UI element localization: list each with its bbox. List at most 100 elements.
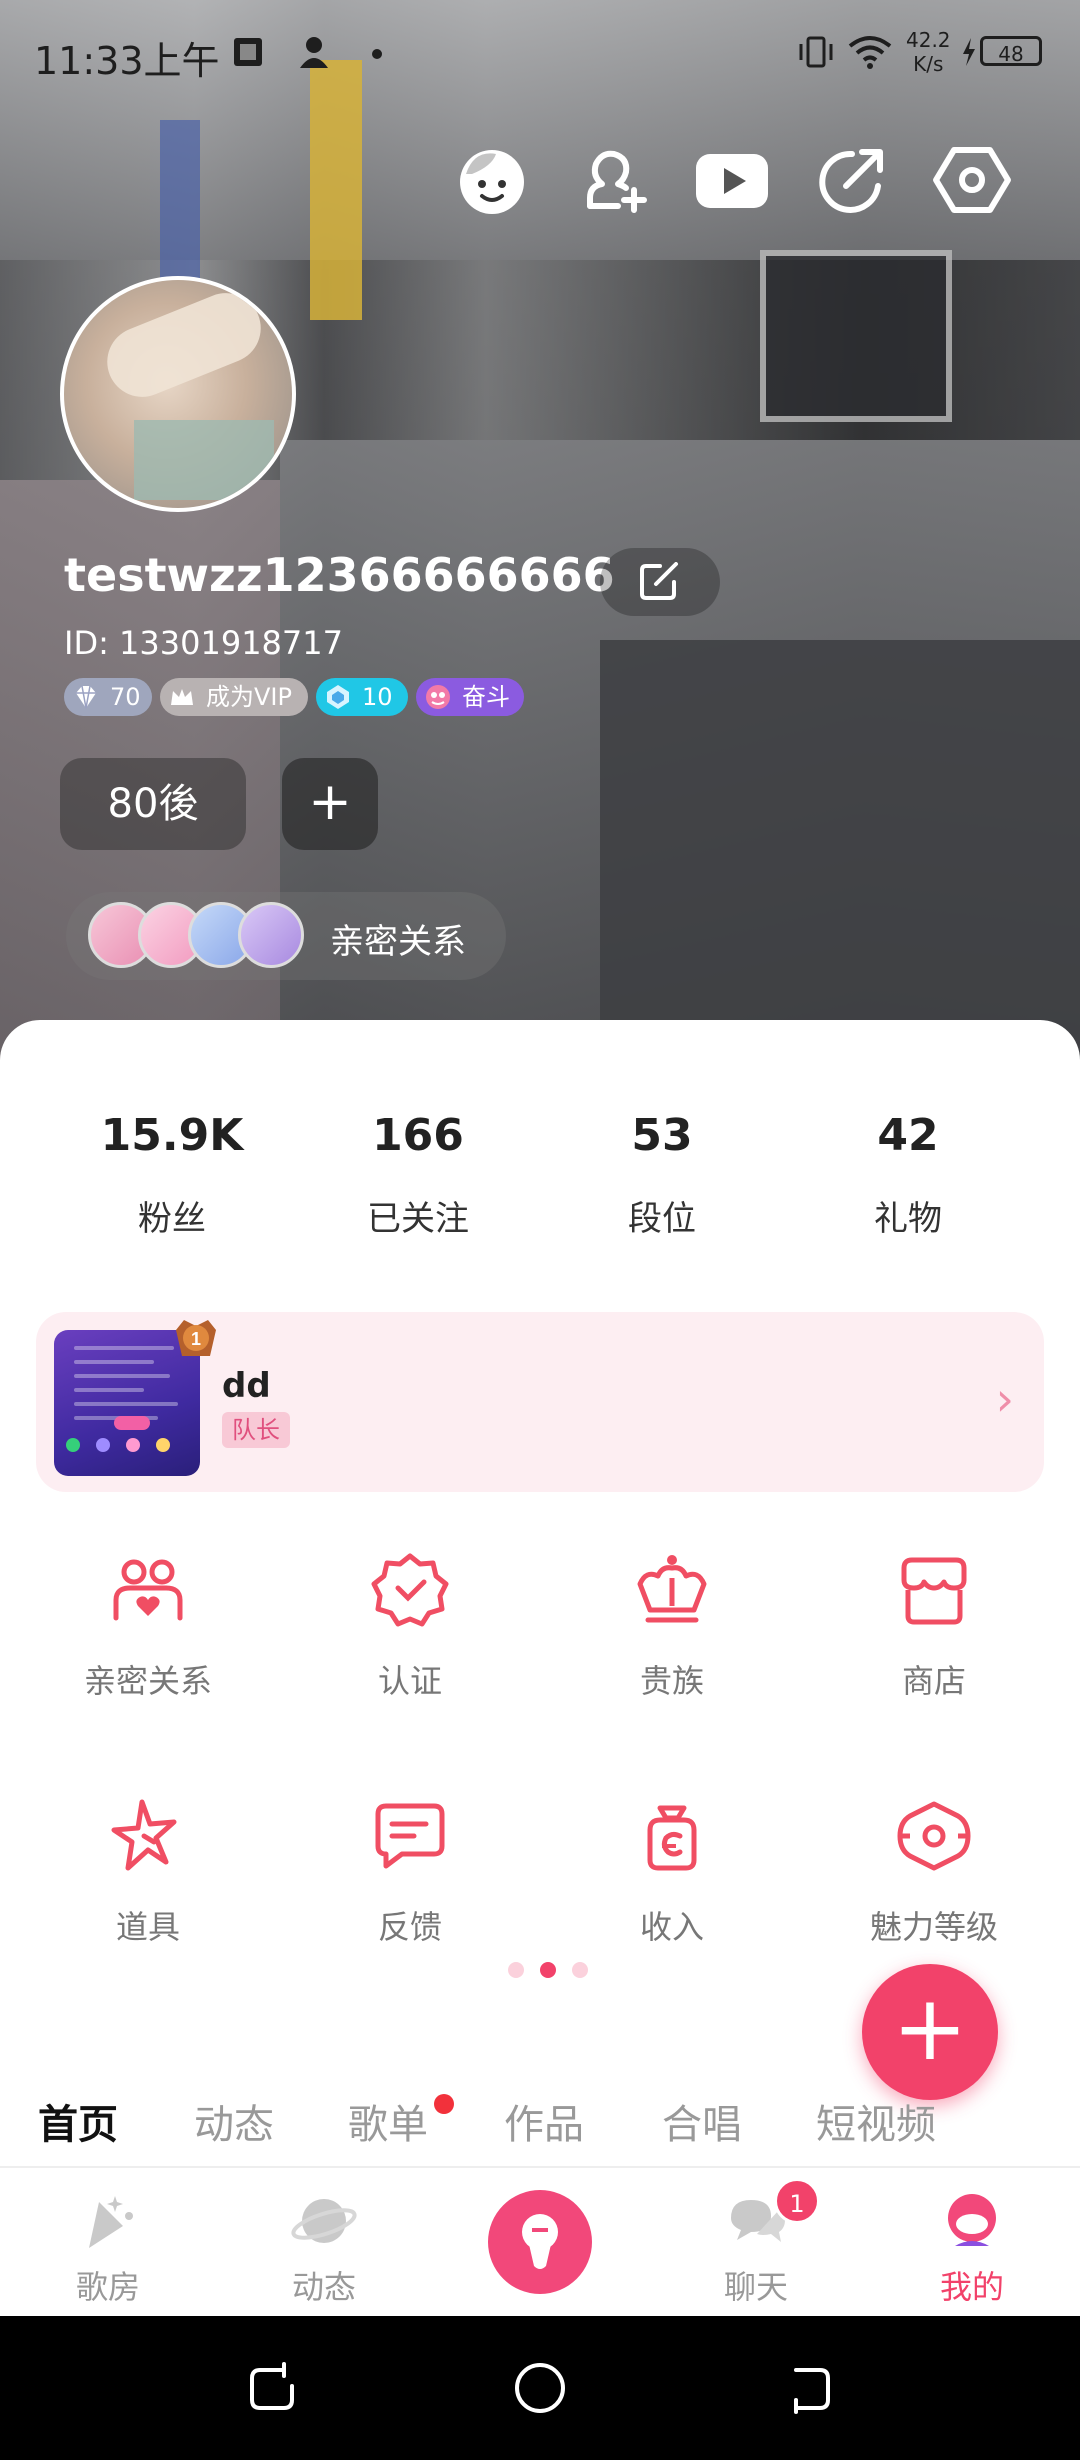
charging-icon: [963, 38, 975, 66]
grid-intimacy[interactable]: 亲密关系: [18, 1550, 278, 1702]
nav-song-room-label: 歌房: [75, 2268, 140, 2306]
diamond-icon: [76, 685, 96, 709]
vibrate-icon: [799, 36, 833, 68]
stat-fans-label: 粉丝: [138, 1199, 206, 1239]
rank-badge[interactable]: 奋斗: [416, 678, 524, 716]
vip-crown-icon: [171, 689, 193, 705]
cover-desk: [600, 640, 1080, 1060]
stat-fans[interactable]: 15.9K 粉丝: [72, 1110, 272, 1240]
face-icon[interactable]: [452, 140, 532, 220]
grid-props-label: 道具: [115, 1908, 180, 1946]
edit-profile-button[interactable]: [600, 548, 720, 616]
intimacy-label: 亲密关系: [330, 922, 466, 962]
thumb-line: [74, 1388, 144, 1392]
nav-moments[interactable]: 动态: [234, 2188, 414, 2308]
badge-check-icon: [371, 1553, 449, 1627]
avatar[interactable]: [60, 276, 296, 512]
charm-level-icon: [897, 1801, 971, 1871]
thumb-line: [74, 1346, 174, 1350]
grid-shop[interactable]: 商店: [804, 1550, 1064, 1702]
stat-fans-value: 15.9K: [100, 1110, 244, 1161]
grid-income-label: 收入: [639, 1908, 704, 1946]
video-play-icon[interactable]: [692, 140, 772, 220]
avatar-photo-detail: [96, 282, 272, 408]
pager-dot: [572, 1962, 588, 1978]
add-friend-icon[interactable]: [572, 140, 652, 220]
shop-icon: [901, 1557, 967, 1625]
family-rank-number: 1: [191, 1329, 201, 1349]
back-icon[interactable]: [780, 2360, 836, 2416]
me-icon: [948, 2194, 996, 2246]
thumb-line: [74, 1360, 154, 1364]
content-tabs: 首页 动态 歌单 作品 合唱 短视频: [0, 2080, 1080, 2166]
intimacy-relations[interactable]: 亲密关系: [66, 892, 506, 980]
grid-certification[interactable]: 认证: [280, 1550, 540, 1702]
thumb-dots: [66, 1434, 188, 1458]
crystal-level-value: 10: [362, 683, 393, 711]
stat-gifts-value: 42: [877, 1110, 939, 1161]
nav-sing-button[interactable]: [488, 2190, 592, 2294]
vibrate-app-icon: [234, 38, 262, 66]
grid-nobility[interactable]: 贵族: [542, 1550, 802, 1702]
tab-works[interactable]: 作品: [504, 2092, 584, 2150]
tab-chorus[interactable]: 合唱: [662, 2092, 742, 2150]
grid-feedback[interactable]: 反馈: [280, 1796, 540, 1948]
add-tag-button[interactable]: +: [282, 758, 378, 850]
stat-following-label: 已关注: [367, 1199, 469, 1239]
nav-chat-label: 聊天: [723, 2268, 788, 2306]
grid-charm-level[interactable]: 魅力等级: [804, 1796, 1064, 1948]
party-icon: [89, 2196, 133, 2248]
grid-feedback-label: 反馈: [377, 1908, 442, 1946]
net-speed-value: 42.2: [906, 28, 951, 52]
net-speed: 42.2 K/s: [906, 28, 951, 76]
diamond-level-value: 70: [110, 683, 141, 711]
pager-dot: [508, 1962, 524, 1978]
pager-dot-active: [540, 1962, 556, 1978]
tab-short-videos[interactable]: 短视频: [816, 2092, 936, 2150]
tab-moments[interactable]: 动态: [194, 2092, 274, 2150]
user-id[interactable]: ID: 13301918717: [64, 624, 343, 662]
diamond-level-badge[interactable]: 70: [64, 678, 152, 716]
stat-following-value: 166: [372, 1110, 464, 1161]
grid-shop-label: 商店: [901, 1662, 966, 1700]
star-icon: [111, 1799, 177, 1871]
tab-home[interactable]: 首页: [38, 2092, 118, 2150]
nav-me-label: 我的: [939, 2268, 1004, 2306]
grid-income[interactable]: 收入: [542, 1796, 802, 1948]
grid-props[interactable]: 道具: [18, 1796, 278, 1948]
income-bag-icon: [647, 1805, 697, 1871]
net-speed-unit: K/s: [913, 52, 944, 76]
thumb-pill: [114, 1416, 150, 1430]
rank-icon: [426, 685, 450, 709]
crystal-level-badge[interactable]: 10: [316, 678, 408, 716]
vip-badge[interactable]: 成为VIP: [160, 678, 308, 716]
planet-icon: [291, 2199, 357, 2243]
stat-gifts-label: 礼物: [874, 1199, 942, 1239]
tab-playlist[interactable]: 歌单: [348, 2092, 428, 2150]
grid-intimacy-label: 亲密关系: [83, 1662, 212, 1700]
edit-icon: [640, 562, 678, 600]
chat-notification-badge: 1: [774, 2178, 820, 2224]
stat-rank[interactable]: 53 段位: [562, 1110, 762, 1240]
avatar-photo-bg: [134, 420, 274, 500]
age-tag[interactable]: 80後: [60, 758, 246, 850]
nav-song-room[interactable]: 歌房: [18, 2188, 198, 2308]
stat-following[interactable]: 166 已关注: [318, 1110, 518, 1240]
chevron-right-icon: ›: [995, 1372, 1014, 1426]
stats-row: 15.9K 粉丝 166 已关注 53 段位 42 礼物: [0, 1110, 1080, 1260]
nav-me[interactable]: 我的: [882, 2188, 1062, 2308]
vip-label: 成为VIP: [206, 683, 292, 711]
recent-apps-icon[interactable]: [244, 2360, 300, 2416]
feedback-icon: [375, 1803, 445, 1869]
grid-nobility-label: 贵族: [639, 1662, 704, 1700]
settings-icon[interactable]: [932, 140, 1012, 220]
tab-playlist-notification-dot: [434, 2094, 454, 2114]
family-rank-badge: 1: [176, 1320, 216, 1356]
intimacy-avatar-4: [238, 902, 304, 968]
share-icon[interactable]: [812, 140, 892, 220]
crown-icon: [637, 1555, 707, 1623]
home-icon[interactable]: [512, 2360, 568, 2416]
stat-gifts[interactable]: 42 礼物: [808, 1110, 1008, 1240]
family-card[interactable]: 1 dd 队长 ›: [36, 1312, 1044, 1492]
grid-certification-label: 认证: [377, 1662, 442, 1700]
